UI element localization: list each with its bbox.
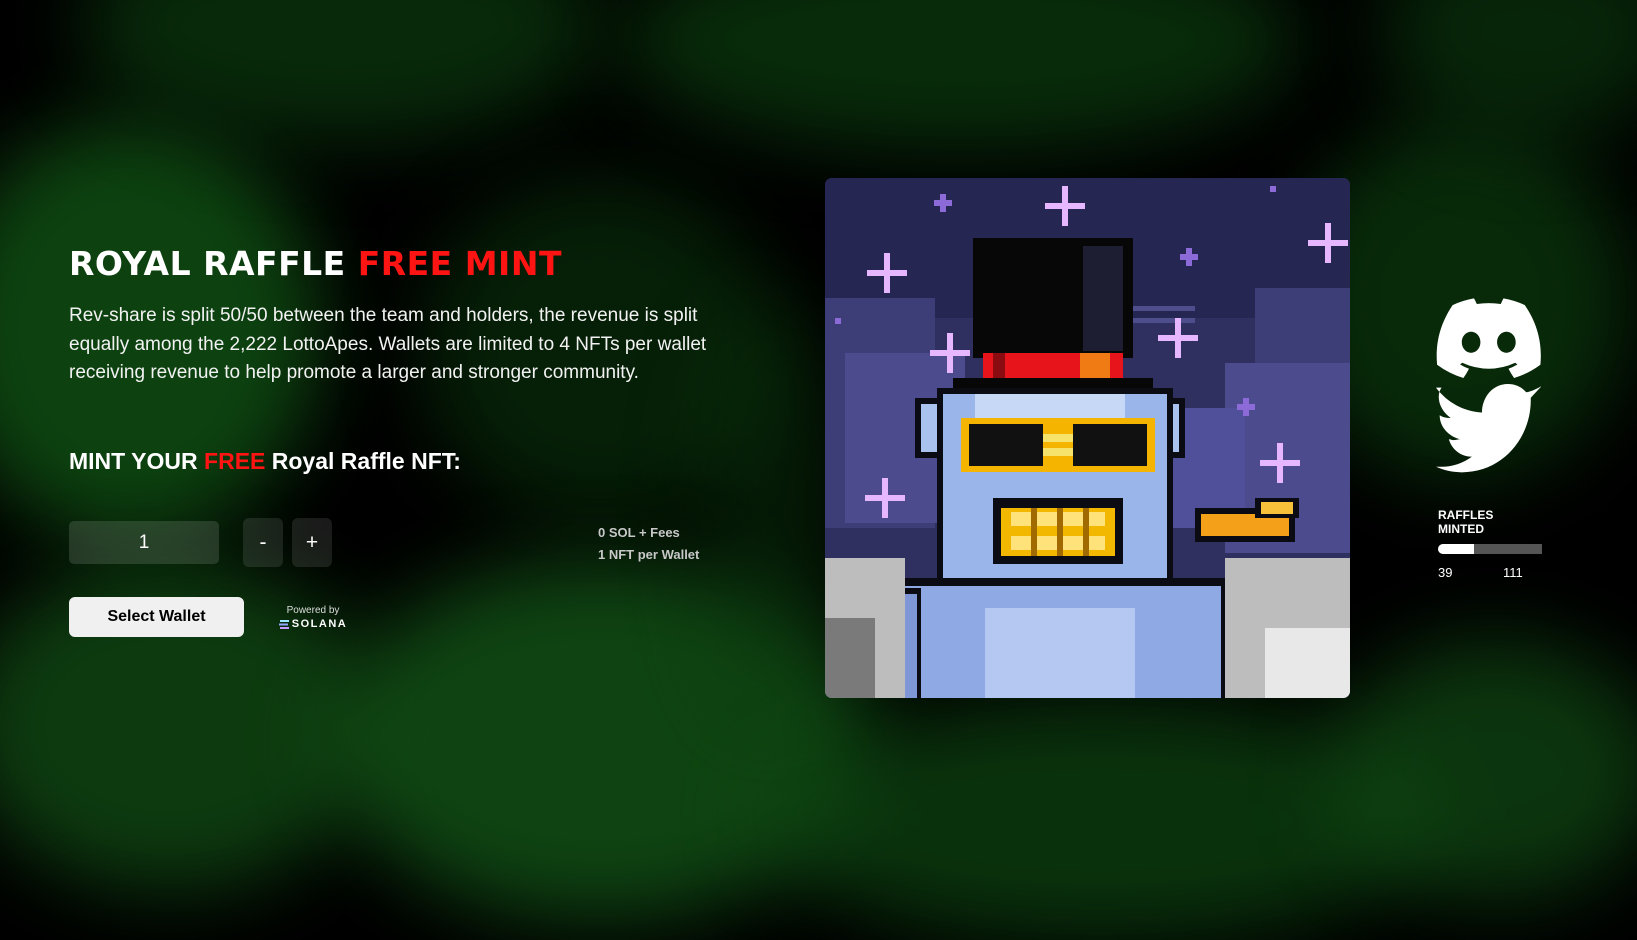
- decrement-button[interactable]: -: [243, 518, 283, 567]
- discord-icon: [1436, 298, 1541, 378]
- price-label: 0 SOL + Fees: [598, 525, 680, 540]
- solana-logo-icon: [278, 619, 289, 629]
- price-info: 0 SOL + Fees 1 NFT per Wallet: [598, 522, 699, 566]
- mint-progress-fill: [1438, 544, 1475, 554]
- select-wallet-button[interactable]: Select Wallet: [69, 597, 244, 637]
- title-accent: FREE MINT: [357, 244, 562, 283]
- subtitle-suffix: Royal Raffle NFT:: [265, 448, 461, 474]
- quantity-input[interactable]: 1: [69, 521, 219, 564]
- discord-link[interactable]: [1436, 298, 1541, 385]
- description: Rev-share is split 50/50 between the tea…: [69, 305, 707, 383]
- total-count: 111: [1503, 565, 1523, 580]
- title-main: ROYAL RAFFLE: [69, 244, 358, 283]
- nft-preview-image: [825, 178, 1350, 698]
- increment-button[interactable]: +: [292, 518, 332, 567]
- subtitle-prefix: MINT YOUR: [69, 448, 205, 474]
- twitter-icon: [1436, 384, 1542, 473]
- powered-by-solana: Powered by SOLANA: [273, 605, 353, 630]
- twitter-link[interactable]: [1436, 384, 1542, 485]
- minted-count: 39: [1438, 565, 1453, 580]
- solana-label: SOLANA: [291, 618, 348, 630]
- raffles-minted-label: RAFFLES MINTED: [1438, 508, 1494, 536]
- mint-progress-bar: [1438, 544, 1542, 554]
- mint-subtitle: MINT YOUR FREE Royal Raffle NFT:: [69, 448, 461, 475]
- limit-label: 1 NFT per Wallet: [598, 547, 700, 562]
- powered-by-label: Powered by: [286, 605, 340, 616]
- subtitle-accent: FREE: [204, 448, 266, 474]
- page-title: ROYAL RAFFLE FREE MINT: [69, 244, 562, 283]
